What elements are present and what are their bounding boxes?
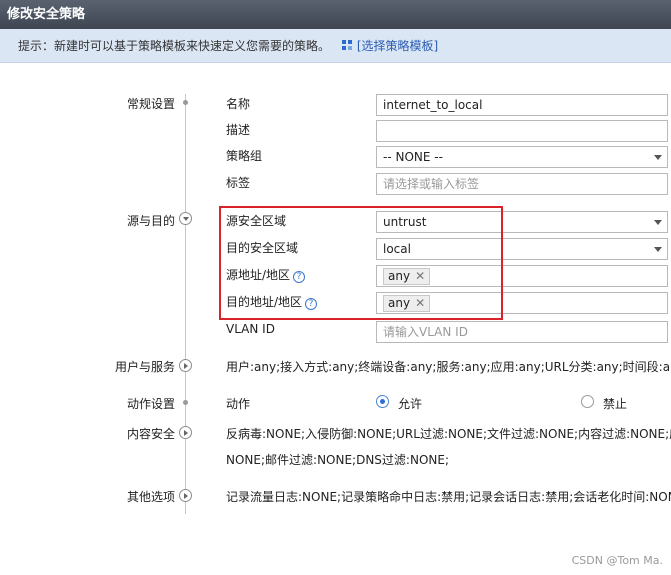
- watermark: CSDN @Tom Ma.: [571, 554, 663, 567]
- chevron-down-icon: [654, 155, 662, 160]
- section-user-service: 用户与服务: [114, 360, 175, 374]
- section-general: 常规设置: [126, 97, 175, 111]
- description-label: 描述: [226, 123, 251, 137]
- chevron-down-icon: [654, 220, 662, 225]
- expand-toggle-icon[interactable]: [179, 359, 192, 372]
- timeline-dot: [183, 400, 188, 405]
- tag-label: 标签: [226, 176, 251, 190]
- tag-input[interactable]: 请选择或输入标签: [376, 173, 668, 195]
- content-security-line2[interactable]: NONE;邮件过滤:NONE;DNS过滤:NONE;: [226, 451, 449, 468]
- highlight-box: [219, 206, 503, 320]
- deny-radio[interactable]: [581, 395, 594, 408]
- policy-group-value: -- NONE --: [383, 150, 443, 164]
- section-action: 动作设置: [126, 397, 175, 411]
- allow-radio[interactable]: [376, 395, 389, 408]
- hint-bar: 提示：新建时可以基于策略模板来快速定义您需要的策略。 [选择策略模板]: [0, 29, 671, 63]
- name-label: 名称: [226, 97, 251, 111]
- user-service-summary[interactable]: 用户:any;接入方式:any;终端设备:any;服务:any;应用:any;U…: [226, 358, 671, 375]
- expand-toggle-icon[interactable]: [179, 426, 192, 439]
- vlan-id-label: VLAN ID: [226, 322, 275, 336]
- action-label: 动作: [226, 397, 251, 411]
- allow-label: 允许: [398, 397, 423, 411]
- collapse-toggle-icon[interactable]: [179, 212, 192, 225]
- section-source-destination: 源与目的: [126, 214, 175, 228]
- other-options-summary[interactable]: 记录流量日志:NONE;记录策略命中日志:禁用;记录会话日志:禁用;会话老化时间…: [226, 488, 671, 505]
- deny-label: 禁止: [603, 397, 628, 411]
- timeline-line: [185, 94, 186, 514]
- hint-text: 提示：新建时可以基于策略模板来快速定义您需要的策略。: [18, 39, 331, 53]
- dialog-title: 修改安全策略: [0, 0, 671, 29]
- policy-group-label: 策略组: [226, 149, 263, 163]
- expand-toggle-icon[interactable]: [179, 489, 192, 502]
- description-input[interactable]: [376, 120, 668, 142]
- name-input[interactable]: internet_to_local: [376, 94, 668, 116]
- vlan-id-input[interactable]: 请输入VLAN ID: [376, 321, 668, 343]
- select-template-link[interactable]: [选择策略模板]: [357, 39, 438, 53]
- chevron-down-icon: [654, 247, 662, 252]
- timeline-dot: [183, 100, 188, 105]
- section-other-options: 其他选项: [126, 490, 175, 504]
- content-security-line1[interactable]: 反病毒:NONE;入侵防御:NONE;URL过滤:NONE;文件过滤:NONE;…: [226, 425, 671, 442]
- template-icon: [341, 40, 353, 51]
- section-content-security: 内容安全: [126, 427, 175, 441]
- policy-group-select[interactable]: -- NONE --: [376, 146, 668, 168]
